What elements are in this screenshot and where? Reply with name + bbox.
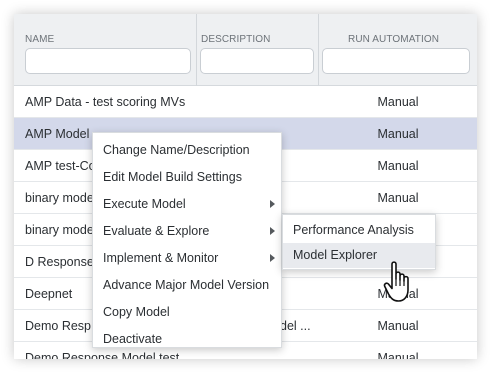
- column-header-description: DESCRIPTION: [197, 14, 319, 86]
- menu-item-label: Edit Model Build Settings: [103, 170, 242, 184]
- model-list-panel: NAME DESCRIPTION RUN AUTOMATION AMP Data…: [14, 14, 477, 359]
- description-filter-input[interactable]: [200, 48, 314, 74]
- run-automation-filter-input[interactable]: [322, 48, 470, 74]
- hand-pointer-icon: [383, 261, 409, 302]
- column-label-description: DESCRIPTION: [201, 34, 271, 45]
- row-run-automation: Manual: [377, 127, 419, 141]
- row-name: AMP Data - test scoring MVs: [25, 95, 186, 109]
- column-header-run-automation: RUN AUTOMATION: [319, 14, 477, 86]
- menu-item-label: Evaluate & Explore: [103, 224, 210, 238]
- menu-item-evaluate-explore[interactable]: Evaluate & Explore: [93, 218, 281, 245]
- menu-item-advance-version[interactable]: Advance Major Model Version: [93, 272, 281, 299]
- column-header-name: NAME: [14, 14, 197, 86]
- menu-item-label: Model Explorer: [293, 248, 378, 262]
- menu-item-copy-model[interactable]: Copy Model: [93, 299, 281, 326]
- menu-item-edit-build-settings[interactable]: Edit Model Build Settings: [93, 164, 281, 191]
- table-header: NAME DESCRIPTION RUN AUTOMATION: [14, 14, 477, 86]
- menu-item-label: Performance Analysis: [293, 223, 414, 237]
- column-label-run-automation: RUN AUTOMATION: [348, 34, 440, 45]
- menu-item-execute-model[interactable]: Execute Model: [93, 191, 281, 218]
- row-run-automation: Manual: [377, 191, 419, 205]
- menu-item-label: Implement & Monitor: [103, 251, 219, 265]
- model-context-menu: Change Name/Description Edit Model Build…: [92, 132, 282, 348]
- row-run-automation: Manual: [377, 351, 419, 359]
- menu-item-label: Execute Model: [103, 197, 186, 211]
- menu-item-label: Copy Model: [103, 305, 170, 319]
- caret-right-icon: [270, 200, 275, 208]
- caret-right-icon: [270, 227, 275, 235]
- row-description: [204, 86, 316, 118]
- row-run-automation: Manual: [377, 95, 419, 109]
- caret-right-icon: [270, 254, 275, 262]
- menu-item-deactivate[interactable]: Deactivate: [93, 326, 281, 353]
- row-run-automation: Manual: [377, 319, 419, 333]
- column-label-name: NAME: [25, 34, 55, 45]
- row-run-automation: Manual: [377, 159, 419, 173]
- menu-item-implement-monitor[interactable]: Implement & Monitor: [93, 245, 281, 272]
- menu-item-change-name[interactable]: Change Name/Description: [93, 137, 281, 164]
- row-description: del ...: [280, 319, 311, 333]
- name-filter-input[interactable]: [25, 48, 191, 74]
- menu-item-label: Advance Major Model Version: [103, 278, 270, 292]
- table-row[interactable]: AMP Data - test scoring MVs Manual: [14, 86, 477, 118]
- submenu-item-performance-analysis[interactable]: Performance Analysis: [283, 218, 435, 243]
- menu-item-label: Change Name/Description: [103, 143, 250, 157]
- menu-item-label: Deactivate: [103, 332, 163, 346]
